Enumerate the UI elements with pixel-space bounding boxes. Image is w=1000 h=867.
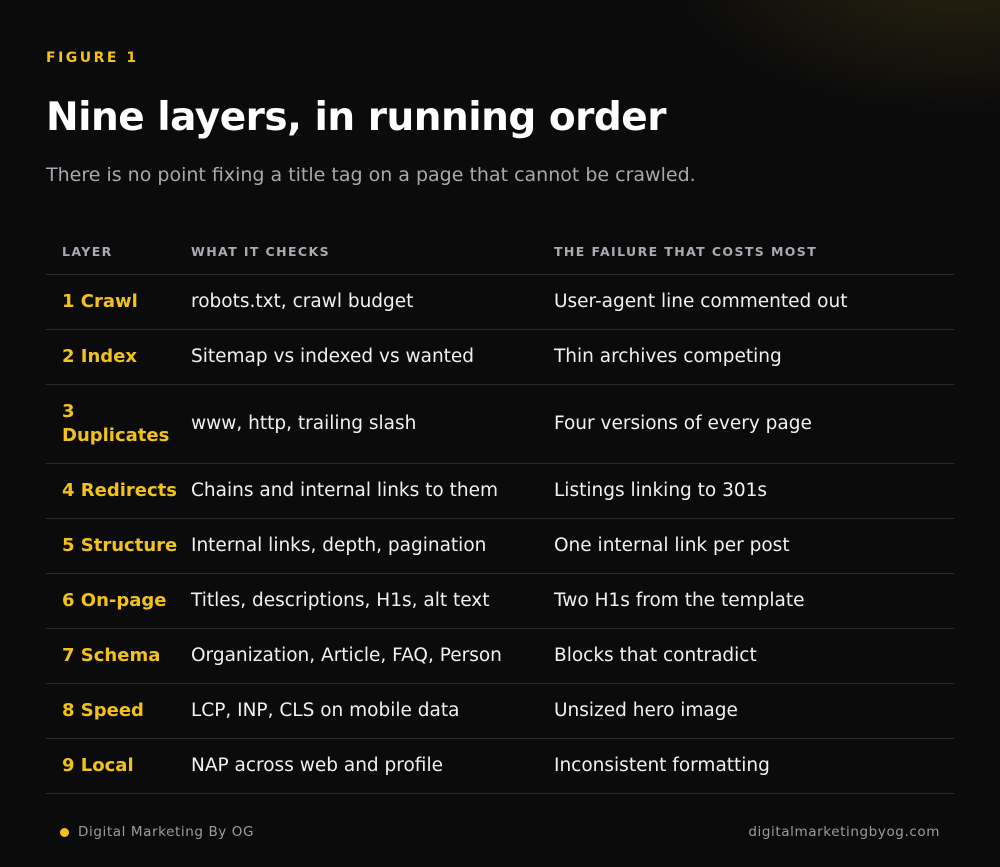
layer-checks: Internal links, depth, pagination: [191, 535, 487, 556]
layer-failure: Two H1s from the template: [554, 590, 805, 611]
layer-name: 5 Structure: [62, 535, 178, 556]
table-row: 6 On-page Titles, descriptions, H1s, alt…: [46, 574, 954, 629]
brand-dot-icon: [60, 827, 69, 837]
layer-checks: www, http, trailing slash: [191, 413, 417, 434]
layer-failure: Inconsistent formatting: [554, 755, 770, 776]
table-row: 4 Redirects Chains and internal links to…: [46, 464, 954, 519]
footer: Digital Marketing By OG digitalmarketing…: [60, 820, 940, 844]
layer-checks: Chains and internal links to them: [191, 480, 498, 501]
layer-failure: Listings linking to 301s: [554, 480, 768, 501]
layer-name: 4 Redirects: [62, 480, 177, 501]
layer-name: 2 Index: [62, 346, 138, 367]
footer-brand: Digital Marketing By OG: [60, 824, 254, 840]
layer-checks: LCP, INP, CLS on mobile data: [191, 700, 460, 721]
subtitle: There is no point fixing a title tag on …: [46, 164, 696, 186]
layer-name: 1 Crawl: [62, 291, 138, 312]
layer-failure: Blocks that contradict: [554, 645, 757, 666]
table-row: 8 Speed LCP, INP, CLS on mobile data Uns…: [46, 684, 954, 739]
figure-card: FIGURE 1 Nine layers, in running order T…: [0, 0, 1000, 867]
header-checks: WHAT IT CHECKS: [191, 243, 330, 259]
layer-failure: User-agent line commented out: [554, 291, 848, 312]
layer-failure: Four versions of every page: [554, 413, 812, 434]
header-failure: THE FAILURE THAT COSTS MOST: [554, 243, 818, 259]
layer-name: 7 Schema: [62, 645, 161, 666]
table-row: 7 Schema Organization, Article, FAQ, Per…: [46, 629, 954, 684]
layer-failure: Thin archives competing: [554, 346, 782, 367]
layer-checks: Organization, Article, FAQ, Person: [191, 645, 502, 666]
table-row: 5 Structure Internal links, depth, pagin…: [46, 519, 954, 574]
layer-checks: Sitemap vs indexed vs wanted: [191, 346, 475, 367]
layer-checks: NAP across web and profile: [191, 755, 443, 776]
footer-url[interactable]: digitalmarketingbyog.com: [748, 824, 940, 840]
layer-name: 3 Duplicates: [62, 401, 170, 446]
page-title: Nine layers, in running order: [46, 95, 667, 140]
layer-checks: robots.txt, crawl budget: [191, 291, 414, 312]
table-row: 1 Crawl robots.txt, crawl budget User-ag…: [46, 275, 954, 330]
layer-name: 8 Speed: [62, 700, 144, 721]
layers-table: LAYER WHAT IT CHECKS THE FAILURE THAT CO…: [46, 228, 954, 794]
layer-failure: One internal link per post: [554, 535, 790, 556]
table-row: 2 Index Sitemap vs indexed vs wanted Thi…: [46, 330, 954, 385]
layer-name: 6 On-page: [62, 590, 167, 611]
table-row: 3 Duplicates www, http, trailing slash F…: [46, 385, 954, 464]
layer-failure: Unsized hero image: [554, 700, 738, 721]
layer-checks: Titles, descriptions, H1s, alt text: [191, 590, 490, 611]
table-row: 9 Local NAP across web and profile Incon…: [46, 739, 954, 794]
table-header: LAYER WHAT IT CHECKS THE FAILURE THAT CO…: [46, 228, 954, 275]
layer-name: 9 Local: [62, 755, 134, 776]
figure-label: FIGURE 1: [46, 50, 139, 66]
brand-name: Digital Marketing By OG: [78, 824, 255, 840]
header-layer: LAYER: [62, 243, 113, 259]
